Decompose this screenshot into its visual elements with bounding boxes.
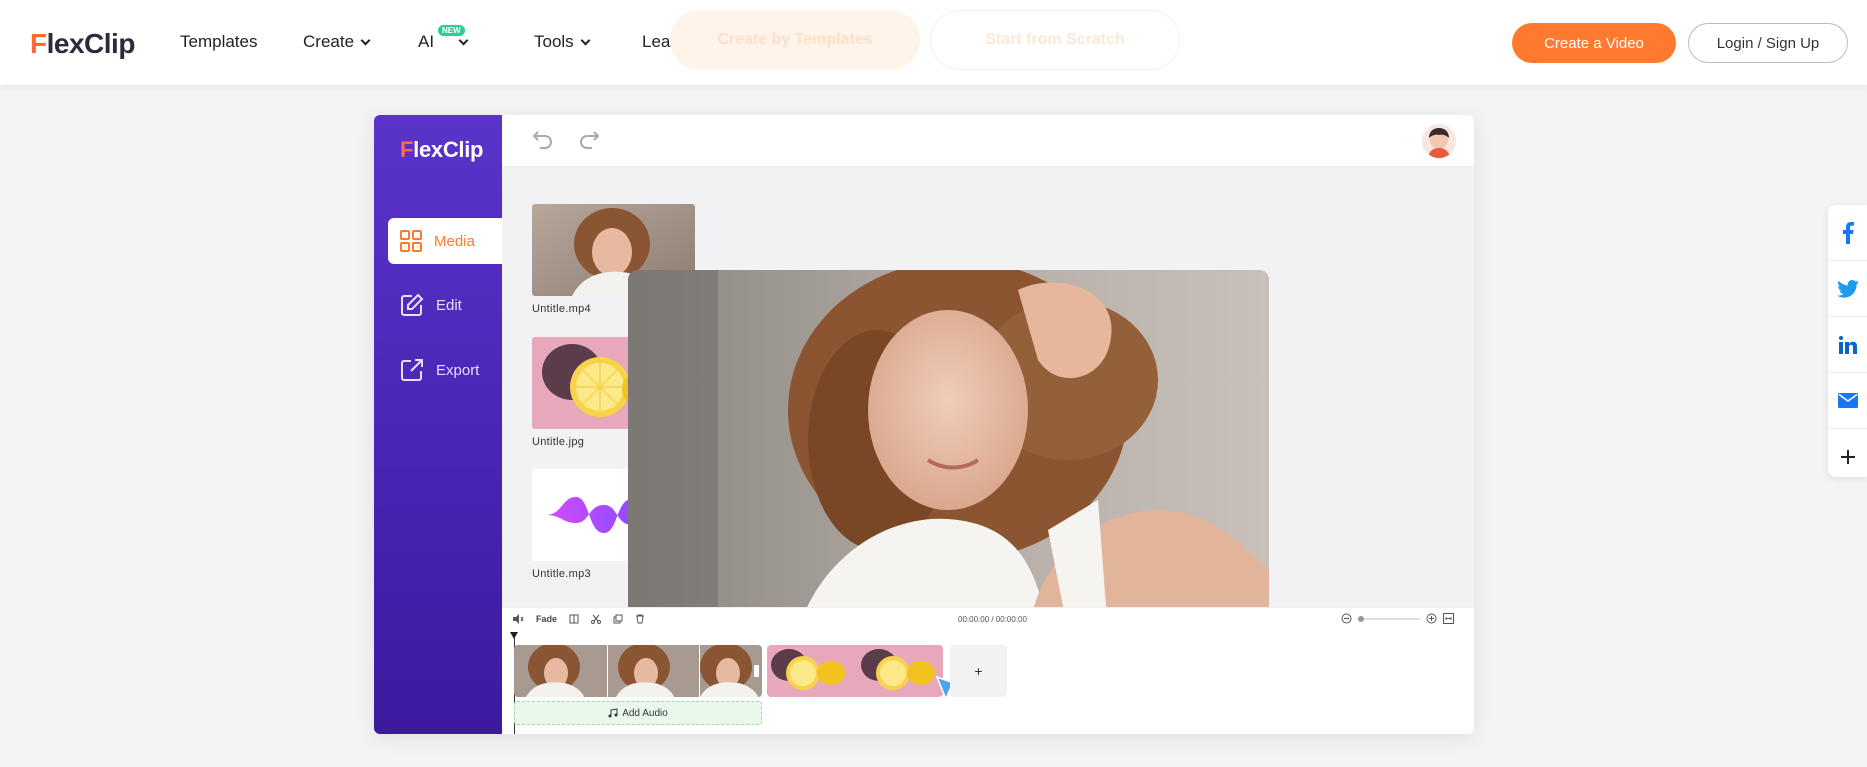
editor-sidebar: FlexClip Media Edit Export: [374, 115, 502, 734]
new-badge: NEW: [438, 25, 465, 36]
sidebar-item-media[interactable]: Media: [388, 218, 502, 264]
video-preview[interactable]: [628, 270, 1269, 632]
start-from-scratch-button[interactable]: Start from Scratch: [930, 10, 1180, 70]
undo-icon[interactable]: [532, 130, 554, 150]
chevron-down-icon: [458, 35, 469, 45]
trash-icon[interactable]: [635, 614, 645, 624]
logo-text: lexClip: [46, 28, 136, 59]
chevron-down-icon: [580, 35, 591, 45]
sidebar-item-label: Media: [434, 232, 475, 250]
editor-logo: FlexClip: [400, 137, 483, 163]
top-navigation: FlexClip Templates Create AI NEW Tools L…: [0, 0, 1867, 85]
mail-icon[interactable]: [1828, 373, 1867, 429]
add-clip-button[interactable]: +: [950, 645, 1007, 697]
nav-templates-label: Templates: [180, 32, 258, 51]
share-bar: [1828, 205, 1867, 477]
avatar[interactable]: [1422, 124, 1456, 158]
chevron-down-icon: [360, 35, 371, 45]
login-signup-button[interactable]: Login / Sign Up: [1688, 23, 1848, 63]
zoom-slider[interactable]: [1358, 615, 1420, 622]
twitter-icon[interactable]: [1828, 261, 1867, 317]
fade-button[interactable]: Fade: [536, 614, 557, 624]
volume-icon[interactable]: [512, 614, 524, 624]
zoom-in-icon[interactable]: [1426, 613, 1437, 624]
redo-icon[interactable]: [578, 130, 600, 150]
nav-tools[interactable]: Tools: [534, 32, 591, 52]
edit-icon: [401, 293, 424, 316]
facebook-icon[interactable]: [1828, 205, 1867, 261]
create-by-templates-button[interactable]: Create by Templates: [670, 10, 920, 70]
logo-f: F: [30, 28, 47, 59]
split-icon[interactable]: [569, 614, 579, 624]
editor-toolbar: [502, 115, 1474, 167]
scissors-icon[interactable]: [591, 614, 602, 624]
nav-ai-label: AI: [418, 32, 435, 51]
nav-templates[interactable]: Templates: [180, 32, 257, 52]
video-clip[interactable]: [514, 645, 762, 697]
editor-logo-f: F: [400, 137, 414, 162]
editor-preview: FlexClip Media Edit Export Untitle.mp4 U…: [374, 115, 1474, 734]
nav-tools-label: Tools: [534, 32, 574, 51]
timeline-tools: Fade: [512, 614, 645, 624]
nav-create-label: Create: [303, 32, 355, 51]
sidebar-item-edit[interactable]: Edit: [388, 282, 502, 328]
create-video-button[interactable]: Create a Video: [1512, 23, 1676, 63]
add-audio-label: Add Audio: [622, 707, 668, 719]
grid-icon: [400, 230, 422, 252]
linkedin-icon[interactable]: [1828, 317, 1867, 373]
duplicate-icon[interactable]: [613, 614, 623, 624]
export-icon: [401, 359, 423, 381]
zoom-out-icon[interactable]: [1341, 613, 1352, 624]
plus-icon[interactable]: [1828, 429, 1867, 485]
add-audio-button[interactable]: Add Audio: [514, 701, 762, 725]
fit-icon[interactable]: [1443, 613, 1454, 624]
zoom-controls: [1341, 613, 1454, 624]
timeline-timecode: 00:00:00 / 00:00:00: [958, 615, 1027, 624]
editor-logo-text: lexClip: [413, 137, 484, 162]
sidebar-item-label: Edit: [436, 296, 462, 314]
sidebar-item-export[interactable]: Export: [388, 347, 502, 393]
nav-create[interactable]: Create: [303, 32, 371, 52]
image-clip[interactable]: [767, 645, 943, 697]
timeline: Fade 00:00:00 / 00:00:00 + Add Audio: [502, 607, 1474, 734]
sidebar-item-label: Export: [436, 361, 480, 379]
flexclip-logo[interactable]: FlexClip: [30, 28, 135, 60]
music-note-icon: [608, 708, 618, 718]
